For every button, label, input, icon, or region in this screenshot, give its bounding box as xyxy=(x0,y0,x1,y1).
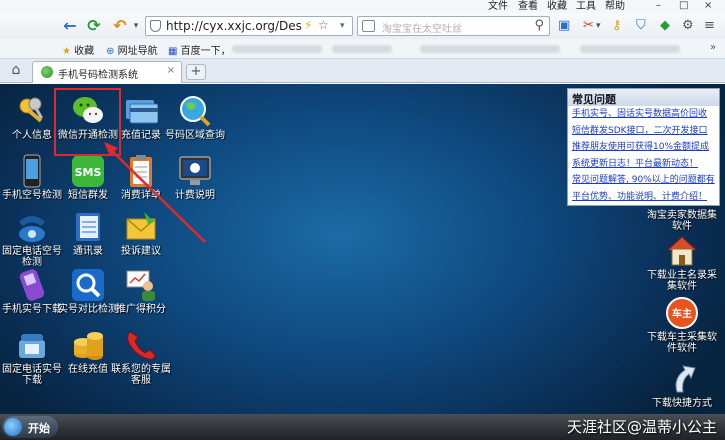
minimize-button[interactable]: – xyxy=(656,0,661,12)
scissors-icon[interactable]: ✂ xyxy=(583,18,594,34)
search-box[interactable]: 淘宝宝在太空吐丝 ⚲ xyxy=(357,16,550,36)
navigation-bar: ← ⟳ ↶ ▾ http://cyx.xxjc.org/Deskt ⚡ ☆ ▾ … xyxy=(0,13,725,39)
close-window-button[interactable]: × xyxy=(704,0,712,12)
search-engine-icon[interactable] xyxy=(362,20,375,32)
search-input[interactable]: 淘宝宝在太空吐丝 xyxy=(382,20,462,35)
new-tab-button[interactable]: + xyxy=(186,64,206,80)
blurred-favorites xyxy=(232,45,322,53)
windows-orb-icon xyxy=(4,418,22,436)
back-arrow-icon[interactable]: ← xyxy=(60,16,80,36)
search-icon[interactable]: ⚲ xyxy=(534,18,544,33)
faq-link[interactable]: 平台优势、功能说明、计费介绍！ xyxy=(568,189,719,206)
key-icon[interactable]: ⚷ xyxy=(612,18,622,34)
menu-view[interactable]: 查看 xyxy=(518,0,538,13)
faq-title: 常见问题 xyxy=(568,89,719,106)
faq-link[interactable]: 手机实号、固话实号数据高价回收 xyxy=(568,106,719,123)
watermark: 天涯社区@温蒂小公主 xyxy=(566,418,717,436)
address-dropdown-icon[interactable]: ▾ xyxy=(340,21,345,31)
tab-close-icon[interactable]: × xyxy=(167,65,175,76)
favorites-bar: ★ 收藏 ⊕ 网址导航 ▦ 百度一下， » xyxy=(0,39,725,59)
home-icon[interactable]: ⌂ xyxy=(7,62,25,80)
blurred-favorites xyxy=(332,45,392,53)
favorites-item[interactable]: ★ 收藏 xyxy=(62,42,94,57)
maximize-button[interactable]: □ xyxy=(679,0,688,12)
baidu-icon: ▦ xyxy=(168,46,178,57)
faq-link[interactable]: 系统更新日志！平台最新动态！ xyxy=(568,156,719,173)
faq-panel: 常见问题 手机实号、固话实号数据高价回收 短信群发SDK接口，二次开发接口 推荐… xyxy=(567,88,720,206)
menu-tools[interactable]: 工具 xyxy=(576,0,596,13)
extension-icon[interactable]: ◆ xyxy=(660,18,670,34)
start-button[interactable]: 开始 xyxy=(2,416,58,438)
tab-favicon-icon xyxy=(41,66,53,78)
tab-phone-check[interactable]: 手机号码检测系统 × xyxy=(32,61,182,83)
settings-icon[interactable]: ⚙ xyxy=(682,18,694,34)
tab-title: 手机号码检测系统 xyxy=(58,70,138,81)
menu-help[interactable]: 帮助 xyxy=(605,0,625,13)
nav-sites-label: 网址导航 xyxy=(117,46,158,57)
blurred-favorites xyxy=(580,45,680,53)
lightning-icon[interactable]: ⚡ xyxy=(304,18,312,32)
shield-tool-icon[interactable]: ⛉ xyxy=(636,18,646,34)
star-fav-icon: ★ xyxy=(62,46,71,57)
tab-bar: ⌂ 手机号码检测系统 × + xyxy=(0,59,725,83)
menu-file[interactable]: 文件 xyxy=(488,0,508,13)
menu-bar: 文件 查看 收藏 工具 帮助 – □ × xyxy=(0,0,725,13)
blurred-favorites xyxy=(420,45,560,53)
faq-link[interactable]: 推荐朋友使用可获得10%金额提成 xyxy=(568,139,719,156)
shield-icon xyxy=(150,20,161,32)
web-desktop: 个人信息 手机空号检测 固定电话空号检测 手机实号下载 固定电话实号下载 微信开… xyxy=(0,84,725,414)
address-bar[interactable]: http://cyx.xxjc.org/Deskt ⚡ ☆ ▾ xyxy=(145,16,353,36)
address-input[interactable]: http://cyx.xxjc.org/Deskt xyxy=(166,19,302,33)
favorites-label: 收藏 xyxy=(74,46,95,57)
menu-favorites[interactable]: 收藏 xyxy=(547,0,567,13)
baidu-label: 百度一下， xyxy=(180,46,231,57)
download-icon[interactable]: ▣ xyxy=(558,18,570,34)
scissors-dropdown-icon[interactable]: ▾ xyxy=(596,18,601,34)
star-icon[interactable]: ☆ xyxy=(318,18,329,32)
faq-link[interactable]: 短信群发SDK接口，二次开发接口 xyxy=(568,123,719,140)
faq-link[interactable]: 常见问题解答, 90%以上的问题都有 xyxy=(568,172,719,189)
globe-icon: ⊕ xyxy=(106,46,115,57)
more-favorites-icon[interactable]: » xyxy=(710,42,716,53)
menu-icon[interactable]: ≡ xyxy=(704,18,715,34)
undo-dropdown-icon[interactable]: ▾ xyxy=(126,16,146,36)
taskbar: 开始 天涯社区@温蒂小公主 xyxy=(0,414,725,440)
baidu-item[interactable]: ▦ 百度一下， xyxy=(168,42,231,57)
nav-sites-item[interactable]: ⊕ 网址导航 xyxy=(106,42,158,57)
refresh-icon[interactable]: ⟳ xyxy=(84,16,104,36)
start-label: 开始 xyxy=(28,422,50,435)
